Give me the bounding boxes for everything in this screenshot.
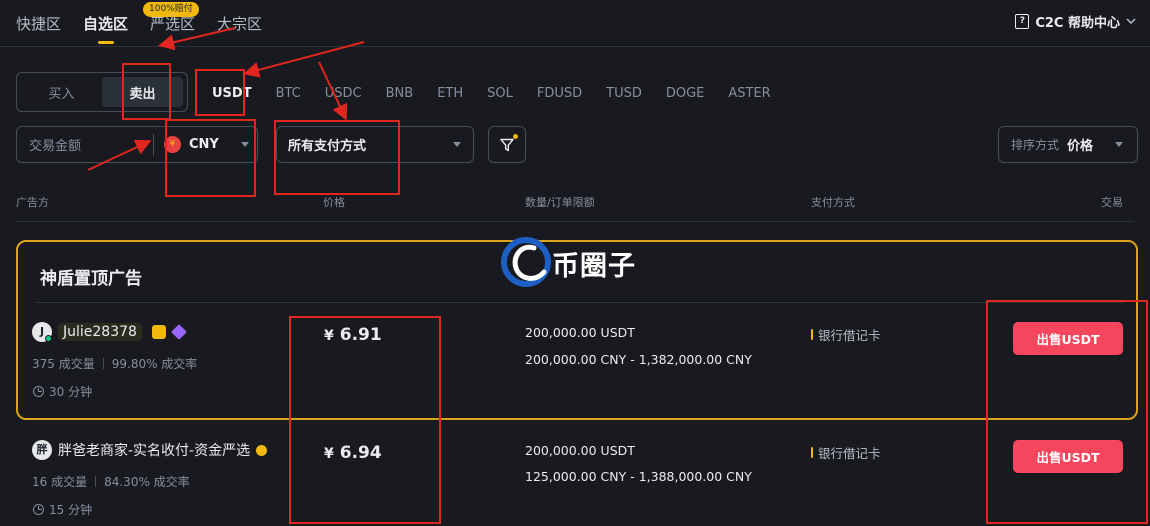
annotation-arrows — [87, 27, 365, 171]
